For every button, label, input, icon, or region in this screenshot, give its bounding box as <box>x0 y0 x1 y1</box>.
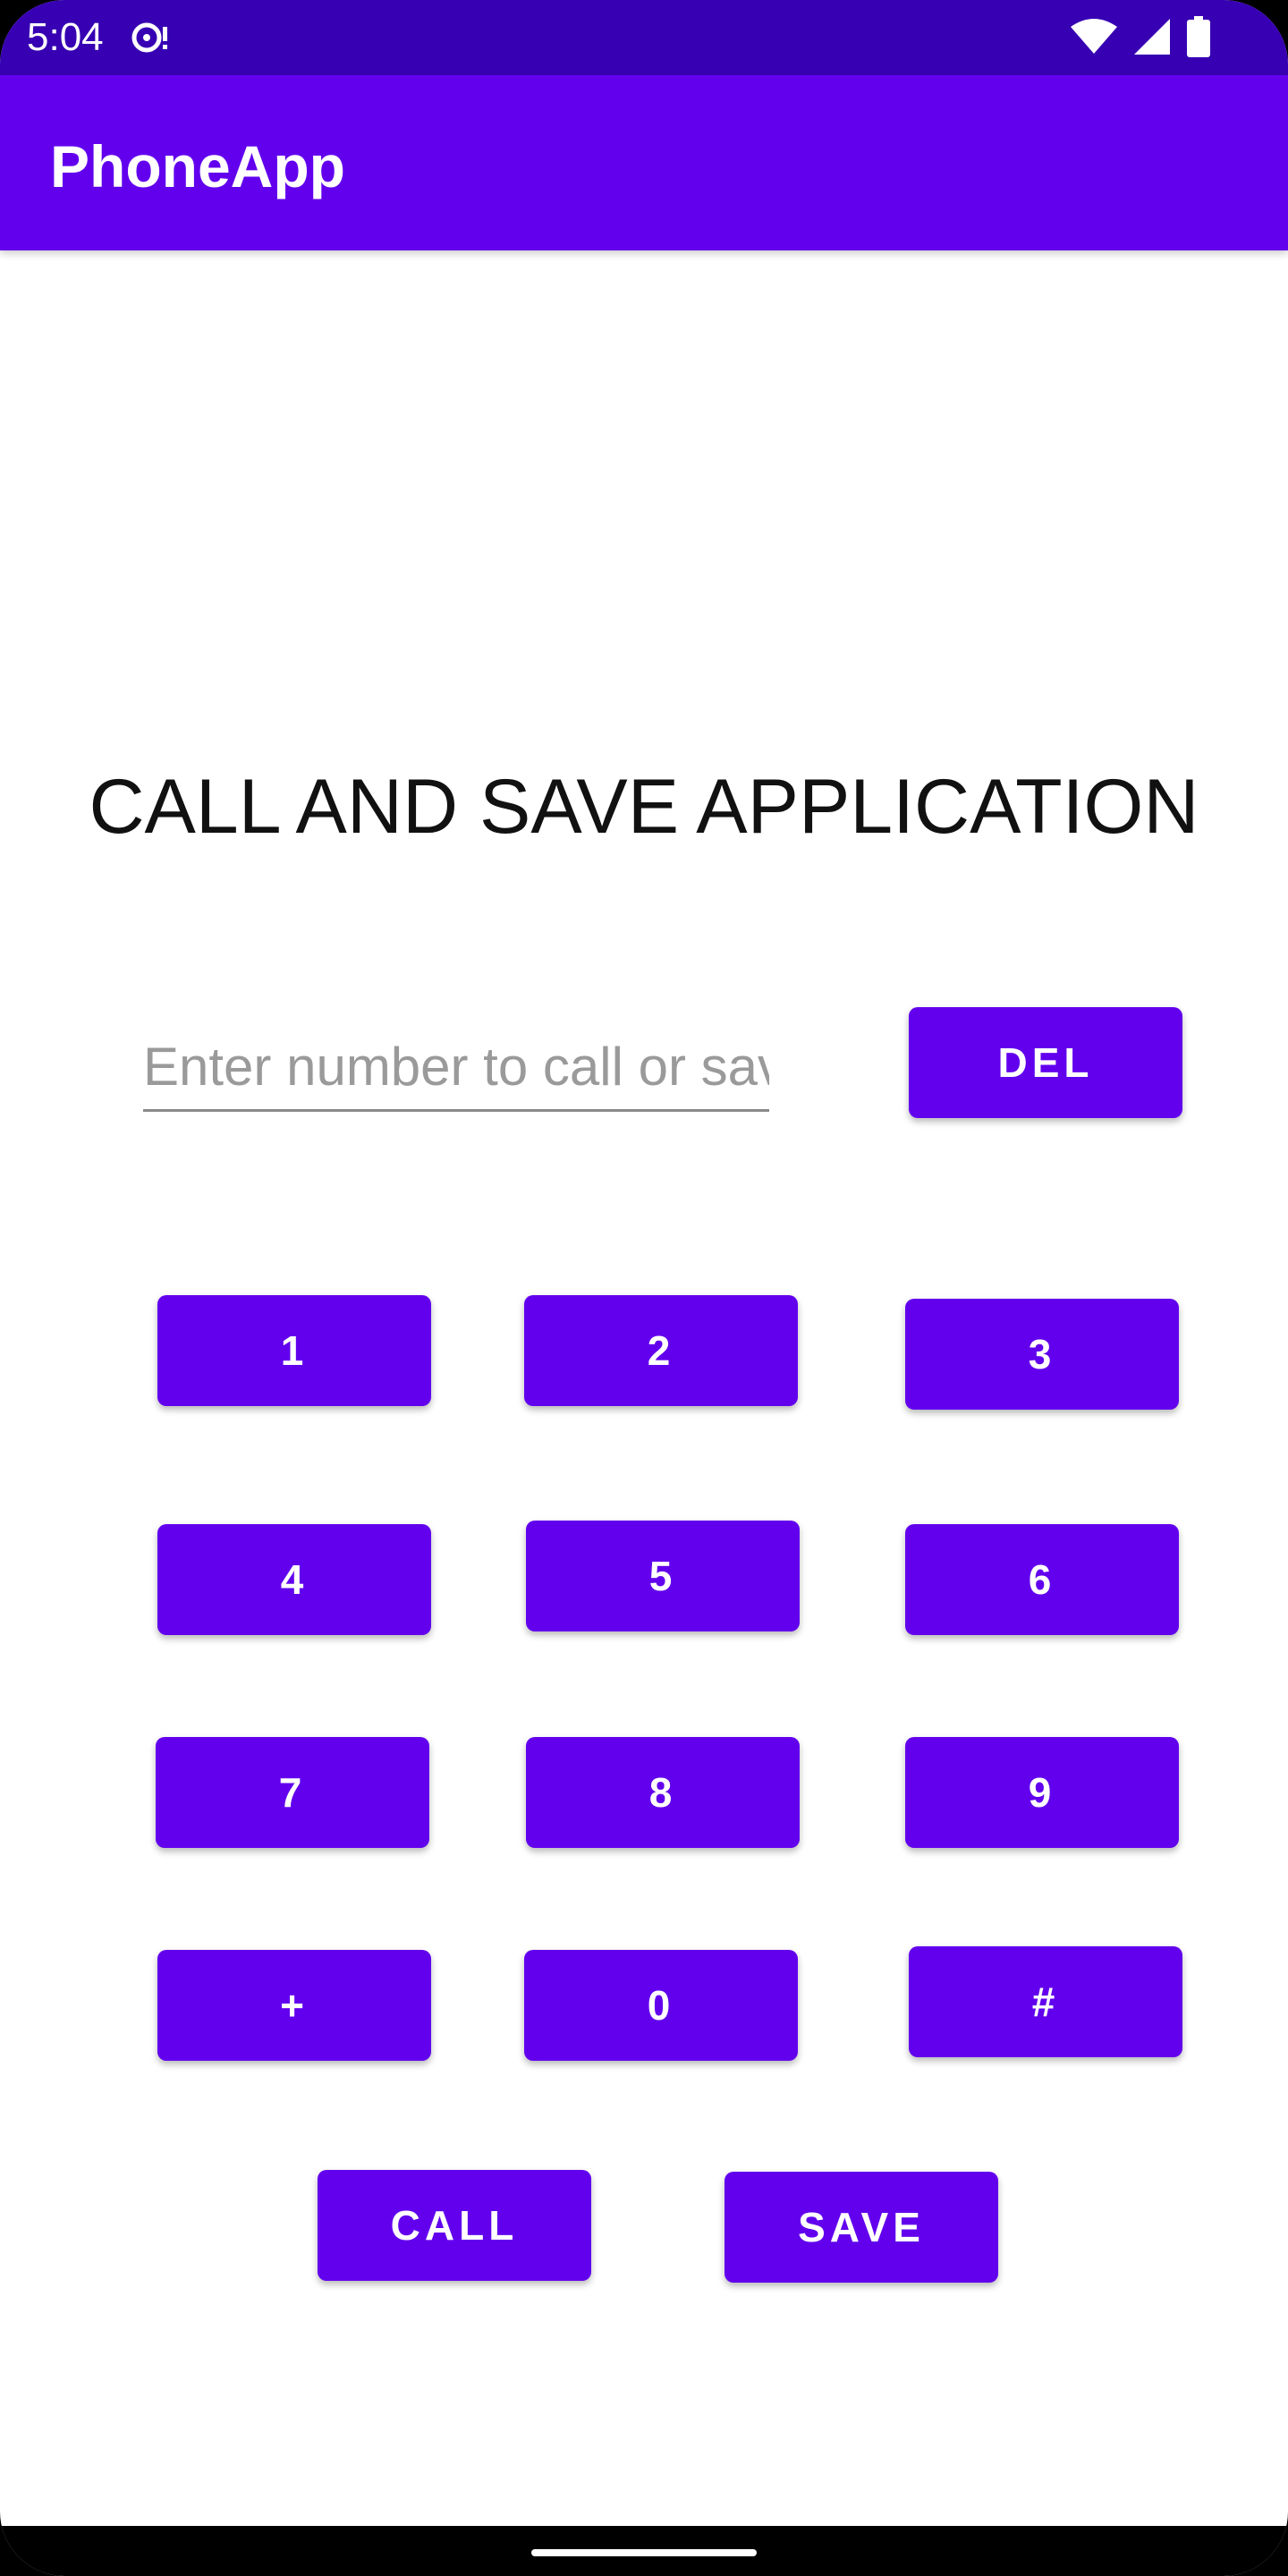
key-0-button[interactable]: 0 <box>524 1950 798 2061</box>
key-6-button[interactable]: 6 <box>905 1524 1179 1635</box>
home-handle[interactable] <box>531 2549 757 2556</box>
phone-screen: 5:04 PhoneApp CALL AND SAVE APPLICATION … <box>0 0 1288 2576</box>
key-8-button[interactable]: 8 <box>526 1737 800 1848</box>
signal-icon <box>1134 19 1170 55</box>
key-1-button[interactable]: 1 <box>157 1295 431 1406</box>
key-7-button[interactable]: 7 <box>156 1737 429 1848</box>
del-button[interactable]: DEL <box>909 1007 1182 1118</box>
battery-icon <box>1187 16 1210 57</box>
key-9-button[interactable]: 9 <box>905 1737 1179 1848</box>
status-bar: 5:04 <box>0 0 1288 75</box>
key-4-button[interactable]: 4 <box>157 1524 431 1635</box>
status-icons <box>1070 16 1211 57</box>
save-button[interactable]: SAVE <box>724 2172 998 2283</box>
key-3-button[interactable]: 3 <box>905 1299 1179 1410</box>
page-heading: CALL AND SAVE APPLICATION <box>89 764 1199 850</box>
number-input[interactable] <box>143 1023 769 1112</box>
sync-icon <box>131 22 167 53</box>
wifi-icon <box>1071 19 1117 54</box>
navigation-bar <box>0 2526 1288 2576</box>
key-hash-button[interactable]: # <box>909 1946 1182 2057</box>
app-title: PhoneApp <box>50 133 345 199</box>
call-button[interactable]: CALL <box>318 2170 591 2281</box>
key-5-button[interactable]: 5 <box>526 1521 800 1631</box>
key-plus-button[interactable]: + <box>157 1950 431 2061</box>
status-time: 5:04 <box>27 15 104 59</box>
key-2-button[interactable]: 2 <box>524 1295 798 1406</box>
app-bar: PhoneApp <box>0 75 1288 250</box>
